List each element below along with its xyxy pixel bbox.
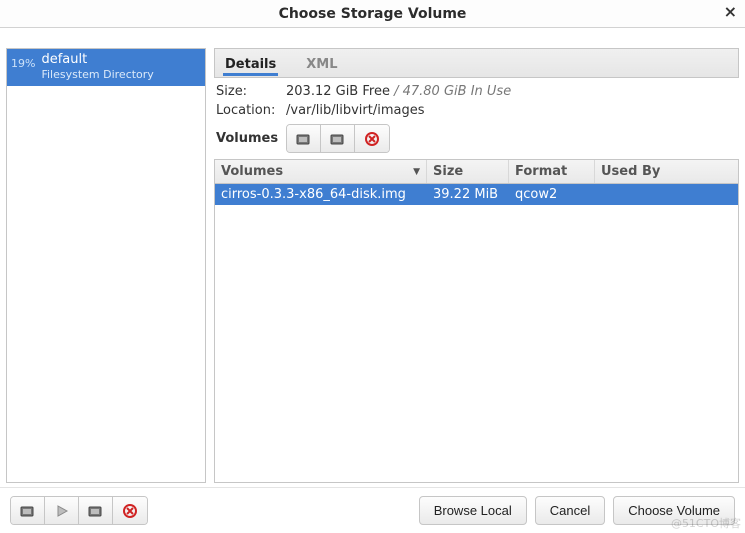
pool-usage-pct: 19% — [11, 57, 35, 70]
pool-text: default Filesystem Directory — [41, 52, 153, 81]
table-row[interactable]: cirros-0.3.3-x86_64-disk.img 39.22 MiB q… — [215, 184, 738, 205]
content-area: 19% default Filesystem Directory Details… — [0, 28, 745, 487]
sort-desc-icon: ▼ — [413, 167, 420, 177]
refresh-icon — [330, 132, 346, 146]
pool-list[interactable]: 19% default Filesystem Directory — [6, 48, 206, 483]
right-pane: Details XML Size: 203.12 GiB Free / 47.8… — [214, 34, 739, 483]
stop-pool-icon — [88, 504, 104, 518]
stop-pool-button[interactable] — [79, 497, 113, 524]
size-used: 47.80 GiB In Use — [403, 84, 512, 99]
pool-item-default[interactable]: 19% default Filesystem Directory — [7, 49, 205, 86]
tab-details[interactable]: Details — [223, 51, 278, 76]
location-label: Location: — [216, 103, 286, 118]
play-icon — [55, 504, 69, 518]
pool-action-buttons — [10, 496, 148, 525]
size-free: 203.12 GiB Free — [286, 84, 390, 99]
volume-table-header: Volumes ▼ Size Format Used By — [215, 160, 738, 184]
volumes-header: Volumes — [216, 124, 735, 153]
volume-table: Volumes ▼ Size Format Used By cirros-0.3… — [214, 159, 739, 483]
add-pool-icon — [20, 504, 36, 518]
cancel-button[interactable]: Cancel — [535, 496, 605, 525]
size-row: Size: 203.12 GiB Free / 47.80 GiB In Use — [216, 84, 735, 99]
close-icon[interactable]: × — [724, 2, 737, 21]
pool-type: Filesystem Directory — [41, 68, 153, 81]
size-label: Size: — [216, 84, 286, 99]
titlebar: Choose Storage Volume × — [0, 0, 745, 28]
delete-pool-icon — [123, 504, 137, 518]
details-body: Size: 203.12 GiB Free / 47.80 GiB In Use… — [214, 78, 739, 159]
volumes-label: Volumes — [216, 131, 278, 146]
size-value: 203.12 GiB Free / 47.80 GiB In Use — [286, 84, 511, 99]
cell-size: 39.22 MiB — [427, 184, 509, 205]
browse-local-button[interactable]: Browse Local — [419, 496, 527, 525]
col-used-by[interactable]: Used By — [595, 160, 738, 183]
tab-xml[interactable]: XML — [304, 51, 339, 76]
cell-name: cirros-0.3.3-x86_64-disk.img — [215, 184, 427, 205]
size-sep: / — [390, 84, 403, 99]
cell-format: qcow2 — [509, 184, 595, 205]
location-value: /var/lib/libvirt/images — [286, 103, 425, 118]
pool-pane: 19% default Filesystem Directory — [6, 48, 206, 483]
choose-volume-button[interactable]: Choose Volume — [613, 496, 735, 525]
start-pool-button[interactable] — [45, 497, 79, 524]
delete-icon — [365, 132, 379, 146]
add-pool-button[interactable] — [11, 497, 45, 524]
new-volume-button[interactable] — [287, 125, 321, 152]
cell-used-by — [595, 184, 738, 205]
bottom-bar: Browse Local Cancel Choose Volume — [0, 487, 745, 533]
volume-table-body[interactable]: cirros-0.3.3-x86_64-disk.img 39.22 MiB q… — [215, 184, 738, 482]
col-volumes-label: Volumes — [221, 164, 283, 179]
volume-action-buttons — [286, 124, 390, 153]
window-title: Choose Storage Volume — [279, 6, 467, 22]
refresh-volumes-button[interactable] — [321, 125, 355, 152]
delete-pool-button[interactable] — [113, 497, 147, 524]
tabbar: Details XML — [214, 48, 739, 78]
col-size[interactable]: Size — [427, 160, 509, 183]
delete-volume-button[interactable] — [355, 125, 389, 152]
col-volumes[interactable]: Volumes ▼ — [215, 160, 427, 183]
pool-name: default — [41, 52, 153, 68]
col-format[interactable]: Format — [509, 160, 595, 183]
new-volume-icon — [296, 132, 312, 146]
location-row: Location: /var/lib/libvirt/images — [216, 103, 735, 118]
